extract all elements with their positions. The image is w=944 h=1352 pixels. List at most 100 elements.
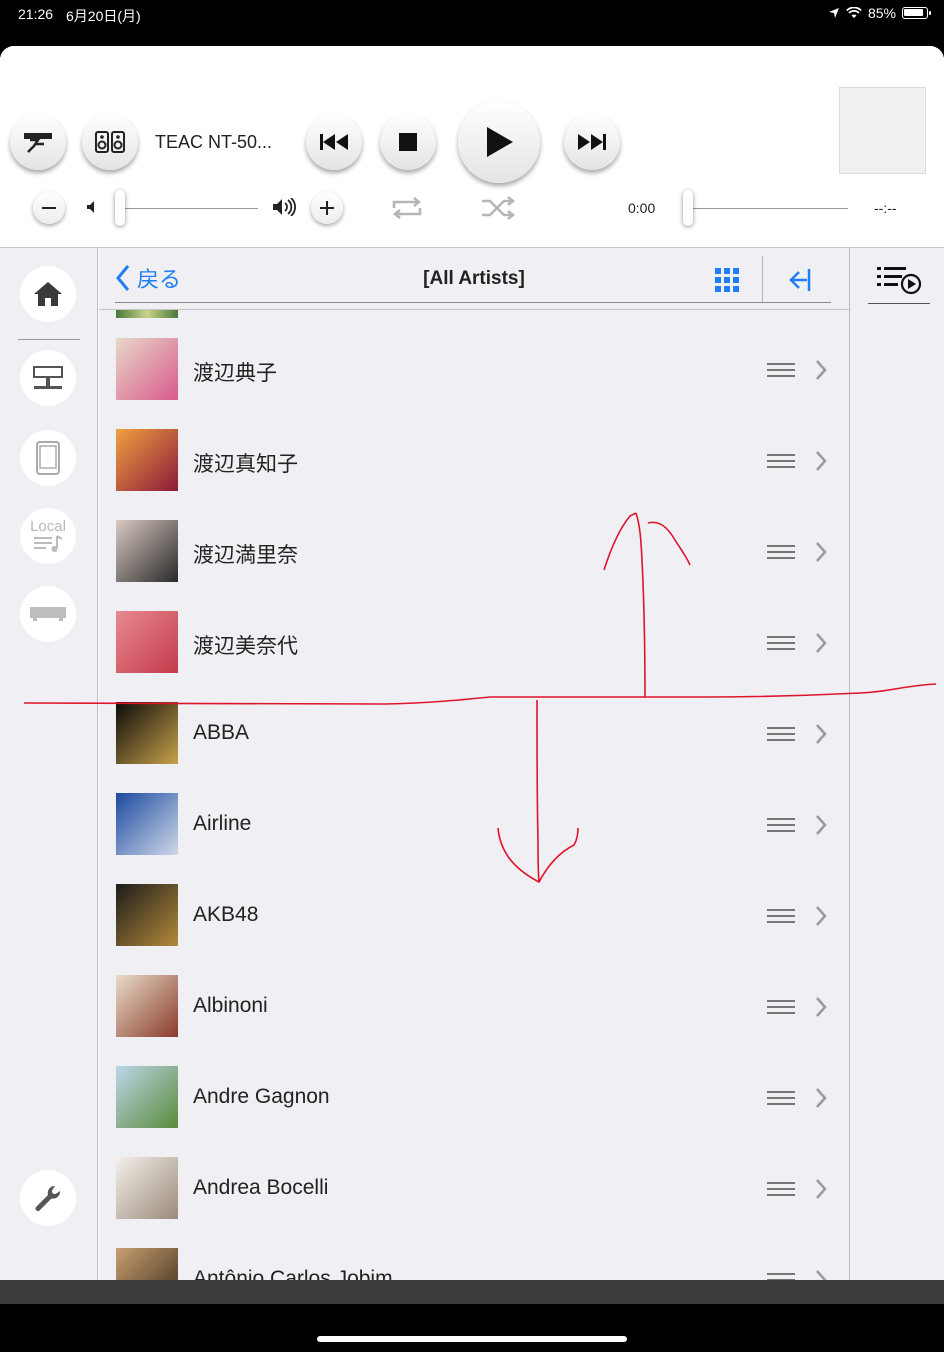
artist-row[interactable]: ABBA — [99, 694, 849, 785]
chevron-right-icon[interactable] — [814, 995, 828, 1019]
home-icon — [34, 282, 62, 306]
chevron-right-icon[interactable] — [814, 1177, 828, 1201]
grid-view-icon[interactable] — [713, 266, 741, 294]
elapsed-time: 0:00 — [628, 200, 656, 216]
player-header: TEAC NT-50... 0:00 --:-- — [0, 46, 944, 248]
repeat-icon[interactable] — [390, 196, 424, 220]
artist-name: ABBA — [193, 721, 250, 744]
artist-row[interactable]: 渡辺満里奈 — [99, 512, 849, 603]
stop-icon — [399, 133, 417, 151]
sidebar-item-home[interactable] — [20, 266, 76, 322]
volume-down-button[interactable] — [33, 192, 65, 224]
network-player-icon — [24, 133, 52, 153]
row-menu-icon[interactable] — [767, 1180, 795, 1198]
artist-row[interactable]: Andre Gagnon — [99, 1058, 849, 1149]
artist-row[interactable]: 渡辺真知子 — [99, 421, 849, 512]
nav-divider — [762, 256, 763, 302]
status-right: 85% — [828, 5, 931, 21]
seek-track[interactable] — [688, 208, 848, 209]
volume-thumb[interactable] — [115, 190, 125, 226]
album-art — [116, 1066, 178, 1128]
chevron-right-icon[interactable] — [814, 722, 828, 746]
stop-button[interactable] — [380, 114, 436, 170]
sidebar-item-local[interactable]: Local — [20, 508, 76, 564]
speakers-icon — [95, 131, 125, 153]
row-menu-icon[interactable] — [767, 634, 795, 652]
artist-name: Airline — [193, 812, 252, 835]
skip-previous-icon — [320, 134, 348, 150]
play-queue-button[interactable] — [868, 260, 930, 304]
album-art — [116, 702, 178, 764]
artist-row[interactable]: Albinoni — [99, 967, 849, 1058]
chevron-right-icon[interactable] — [814, 449, 828, 473]
artist-name: Albinoni — [193, 994, 268, 1017]
artist-row[interactable]: AKB48 — [99, 876, 849, 967]
row-menu-icon[interactable] — [767, 725, 795, 743]
play-button[interactable] — [458, 101, 540, 183]
screen: 21:26 6月20日(月) 85% TEAC NT-50... 0:00 --… — [0, 0, 944, 1352]
plus-icon — [320, 201, 334, 215]
home-indicator[interactable] — [317, 1336, 627, 1342]
row-menu-icon[interactable] — [767, 543, 795, 561]
artist-name: 渡辺満里奈 — [193, 544, 298, 567]
sidebar: Local — [0, 248, 98, 1304]
volume-high-icon — [273, 198, 296, 216]
seek-thumb[interactable] — [683, 190, 693, 226]
album-art — [116, 1157, 178, 1219]
row-menu-icon[interactable] — [767, 998, 795, 1016]
album-art — [116, 611, 178, 673]
previous-button[interactable] — [306, 114, 362, 170]
volume-up-button[interactable] — [311, 192, 343, 224]
device-select-button[interactable] — [10, 114, 66, 170]
artist-name: 渡辺真知子 — [193, 453, 298, 476]
now-playing-artwork — [839, 87, 926, 174]
chevron-right-icon[interactable] — [814, 358, 828, 382]
artist-name: 渡辺美奈代 — [193, 635, 298, 658]
row-menu-icon[interactable] — [767, 452, 795, 470]
main-content: 戻る [All Artists] 渡辺典子 渡辺真知子 渡辺満里奈 渡辺美奈代 … — [99, 248, 849, 1304]
chevron-right-icon[interactable] — [814, 1086, 828, 1110]
artist-name: Andre Gagnon — [193, 1085, 330, 1108]
album-art — [116, 975, 178, 1037]
local-music-icon — [34, 534, 63, 552]
device-name[interactable]: TEAC NT-50... — [155, 132, 272, 153]
chevron-right-icon[interactable] — [814, 904, 828, 928]
artist-row[interactable]: Airline — [99, 785, 849, 876]
row-menu-icon[interactable] — [767, 816, 795, 834]
wifi-icon — [846, 7, 862, 18]
sidebar-divider — [18, 339, 80, 340]
sidebar-item-network[interactable] — [20, 350, 76, 406]
wrench-icon — [35, 1185, 61, 1211]
network-device-icon — [33, 366, 63, 389]
sidebar-item-tablet[interactable] — [20, 430, 76, 486]
collapse-panel-icon[interactable] — [787, 266, 813, 294]
shuffle-icon[interactable] — [480, 196, 516, 220]
sidebar-item-player[interactable] — [20, 586, 76, 642]
artist-row[interactable]: 渡辺典子 — [99, 330, 849, 421]
artist-row[interactable]: 渡辺美奈代 — [99, 603, 849, 694]
minus-icon — [42, 207, 56, 209]
location-icon — [828, 8, 839, 18]
artist-row[interactable]: Andrea Bocelli — [99, 1149, 849, 1240]
chevron-right-icon[interactable] — [814, 813, 828, 837]
volume-track[interactable] — [118, 208, 258, 209]
sidebar-item-settings[interactable] — [20, 1170, 76, 1226]
artist-name: AKB48 — [193, 903, 259, 926]
remaining-time: --:-- — [874, 200, 897, 216]
artist-name: Andrea Bocelli — [193, 1176, 329, 1199]
album-art — [116, 429, 178, 491]
status-date: 6月20日(月) — [66, 8, 141, 24]
partial-row-art — [116, 310, 178, 318]
chevron-right-icon[interactable] — [814, 540, 828, 564]
play-queue-icon — [877, 267, 922, 295]
row-menu-icon[interactable] — [767, 907, 795, 925]
row-menu-icon[interactable] — [767, 1089, 795, 1107]
navigation-bar: 戻る [All Artists] — [99, 248, 849, 310]
speaker-select-button[interactable] — [82, 114, 138, 170]
player-device-icon — [30, 607, 66, 621]
play-icon — [487, 127, 513, 157]
row-menu-icon[interactable] — [767, 361, 795, 379]
next-button[interactable] — [564, 114, 620, 170]
status-time: 21:26 — [18, 6, 54, 22]
chevron-right-icon[interactable] — [814, 631, 828, 655]
